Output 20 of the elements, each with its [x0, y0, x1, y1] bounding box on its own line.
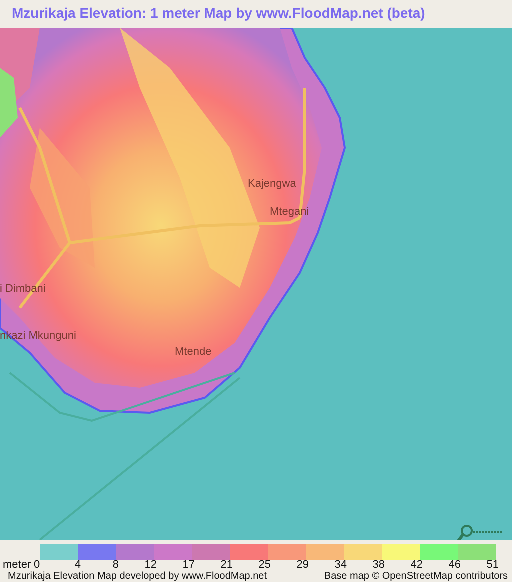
tick-label: 51 [486, 560, 499, 571]
tick-label: 34 [334, 560, 347, 571]
tick-label: 46 [448, 560, 461, 571]
tick-label: 4 [74, 560, 81, 571]
credit-text: Mzurikaja Elevation Map developed by www.FloodMap.net [8, 571, 268, 582]
tick-label: 8 [112, 560, 119, 571]
unit-label: meter [2, 560, 32, 571]
tick-label: 12 [144, 560, 157, 571]
map-title: Mzurikaja Elevation: 1 meter Map by www.FloodMap.net (beta) [11, 4, 426, 23]
magnifier-logo-icon [455, 523, 505, 540]
attribution-text: Base map © OpenStreetMap contributors [324, 571, 508, 582]
place-label: Mtende [175, 346, 212, 358]
tick-label: 25 [258, 560, 271, 571]
tick-label: 21 [220, 560, 233, 571]
tick-label: 17 [182, 560, 195, 571]
tick-label: 0 [34, 560, 42, 571]
tick-label: 38 [372, 560, 385, 571]
tick-label: 42 [410, 560, 423, 571]
tick-label: 29 [296, 560, 309, 571]
place-label: Kajengwa [248, 178, 296, 190]
